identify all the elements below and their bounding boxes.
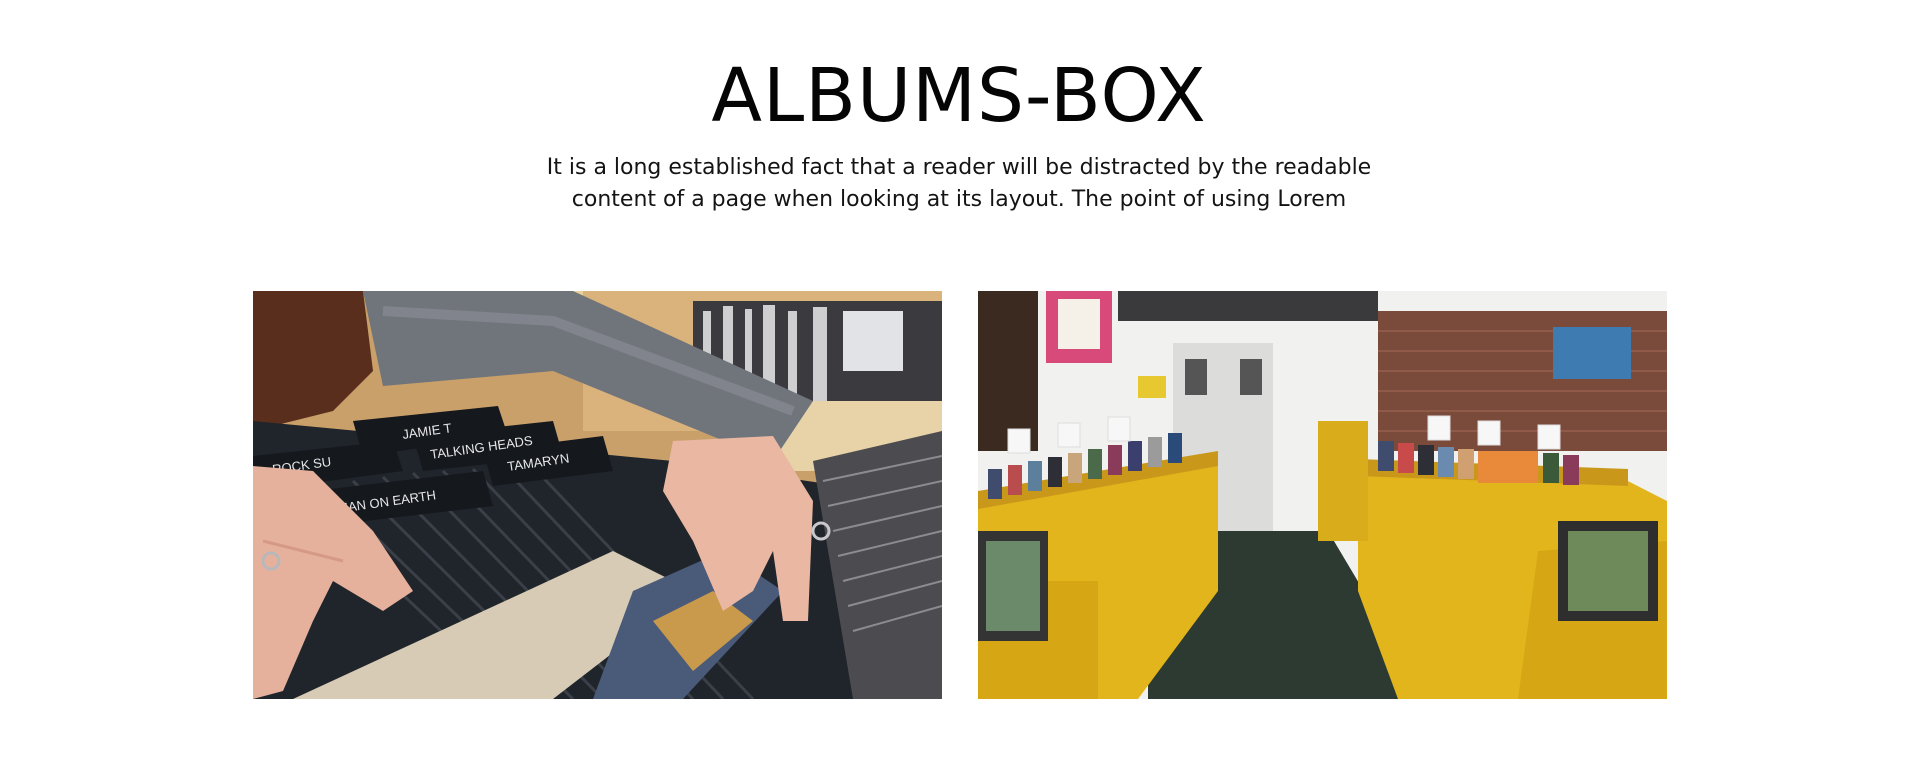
record-crate-photo: JAMIE T ROCK SU TALKING HEADS TAMARYN MA… — [253, 291, 942, 699]
record-store-image — [978, 291, 1667, 699]
section-title: ALBUMS-BOX — [711, 53, 1207, 139]
album-gallery: JAMIE T ROCK SU TALKING HEADS TAMARYN MA… — [253, 291, 1667, 699]
record-store-photo — [978, 291, 1667, 699]
section-description: It is a long established fact that a rea… — [546, 155, 1372, 212]
record-crate-image: JAMIE T ROCK SU TALKING HEADS TAMARYN MA… — [253, 291, 942, 699]
albums-section: ALBUMS-BOX It is a long established fact… — [0, 0, 1918, 759]
section-header: ALBUMS-BOX It is a long established fact… — [0, 48, 1918, 216]
